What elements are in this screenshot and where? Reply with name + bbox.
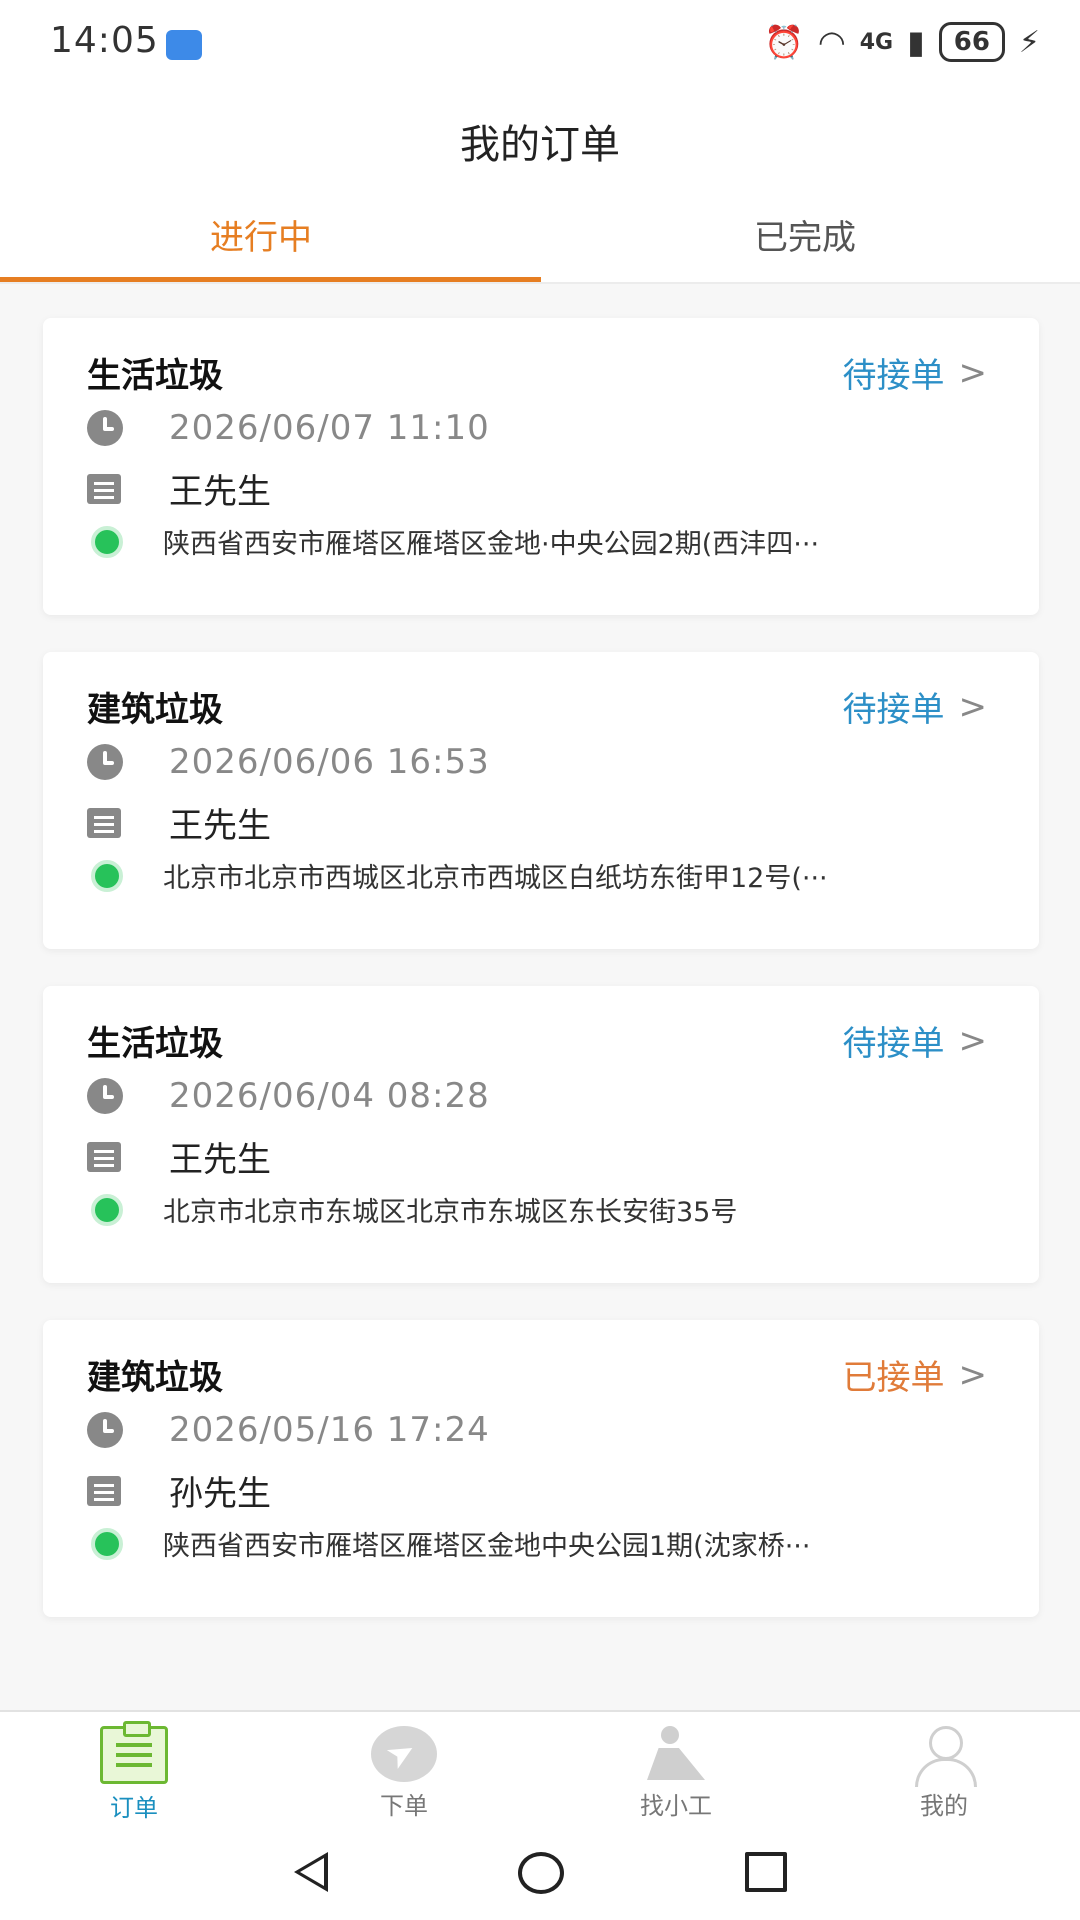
order-address-row: 北京市北京市东城区北京市东城区东长安街35号 <box>87 1190 737 1229</box>
order-status[interactable]: 待接单 > <box>843 1016 988 1065</box>
profile-icon <box>911 1726 977 1787</box>
network-type: 4G <box>859 29 894 55</box>
status-label: 待接单 <box>842 1024 945 1064</box>
order-address-row: 北京市北京市西城区北京市西城区白纸坊东街甲12号(··· <box>87 856 828 895</box>
chevron-right-icon: > <box>958 1354 988 1395</box>
order-address-row: 陕西省西安市雁塔区雁塔区金地·中央公园2期(西沣四··· <box>87 522 819 561</box>
signal-icon: ▮ <box>907 23 925 61</box>
order-status[interactable]: 待接单 > <box>843 682 988 731</box>
location-dot-icon <box>91 1527 123 1560</box>
clock-icon <box>87 744 123 780</box>
back-icon[interactable] <box>294 1852 328 1892</box>
worker-icon <box>643 1726 709 1782</box>
clock-icon <box>87 1078 123 1114</box>
document-icon <box>87 1475 121 1506</box>
order-address: 陕西省西安市雁塔区雁塔区金地·中央公园2期(西沣四··· <box>163 529 820 560</box>
status-label: 待接单 <box>842 690 945 730</box>
customer-name: 王先生 <box>169 1140 271 1180</box>
order-address: 北京市北京市西城区北京市西城区白纸坊东街甲12号(··· <box>163 863 828 894</box>
nav-label: 订单 <box>110 1794 158 1822</box>
nav-label: 我的 <box>920 1792 968 1820</box>
order-address: 北京市北京市东城区北京市东城区东长安街35号 <box>163 1197 738 1228</box>
nav-profile[interactable]: 我的 <box>874 1726 1014 1821</box>
order-category: 生活垃圾 <box>87 1024 223 1064</box>
order-status[interactable]: 已接单 > <box>843 1350 988 1399</box>
status-bar: 14:05 ⏰ ◠ 4G ▮ 66 ⚡ <box>0 0 1080 92</box>
order-name-row: 王先生 <box>87 798 271 847</box>
location-dot-icon <box>91 859 123 892</box>
orders-icon <box>100 1721 168 1784</box>
order-name-row: 王先生 <box>87 464 271 513</box>
nav-label: 找小工 <box>640 1792 712 1820</box>
nav-find-worker[interactable]: 找小工 <box>606 1726 746 1821</box>
clock-icon <box>87 410 123 446</box>
charging-icon: ⚡ <box>1018 24 1040 60</box>
status-icons: ⏰ ◠ 4G ▮ 66 ⚡ <box>764 22 1040 62</box>
chevron-right-icon: > <box>958 1020 988 1061</box>
bottom-nav: 订单 下单 找小工 我的 <box>0 1710 1080 1832</box>
nav-orders[interactable]: 订单 <box>64 1721 204 1823</box>
nav-label: 下单 <box>380 1792 428 1820</box>
order-time: 2026/06/06 16:53 <box>169 742 490 782</box>
order-card[interactable]: 建筑垃圾 已接单 > 2026/05/16 17:24 孙先生 陕西省西安市雁塔… <box>43 1320 1039 1617</box>
order-time-row: 2026/06/06 16:53 <box>87 742 490 782</box>
location-dot-icon <box>91 525 123 558</box>
order-time: 2026/06/07 11:10 <box>169 408 490 448</box>
order-time: 2026/06/04 08:28 <box>169 1076 490 1116</box>
order-category: 建筑垃圾 <box>87 1358 223 1398</box>
document-icon <box>87 807 121 838</box>
order-card[interactable]: 生活垃圾 待接单 > 2026/06/04 08:28 王先生 北京市北京市东城… <box>43 986 1039 1283</box>
order-time-row: 2026/06/07 11:10 <box>87 408 490 448</box>
order-card[interactable]: 生活垃圾 待接单 > 2026/06/07 11:10 王先生 陕西省西安市雁塔… <box>43 318 1039 615</box>
status-time: 14:05 <box>50 20 159 61</box>
usb-icon <box>166 30 202 60</box>
tab-bar: 进行中 已完成 <box>0 192 1080 284</box>
customer-name: 王先生 <box>169 472 271 512</box>
home-icon[interactable] <box>518 1852 564 1894</box>
alarm-icon: ⏰ <box>763 23 804 61</box>
system-nav-bar <box>0 1830 1080 1920</box>
page-title: 我的订单 <box>460 122 620 168</box>
location-dot-icon <box>91 1193 123 1226</box>
chevron-right-icon: > <box>958 352 988 393</box>
order-category: 生活垃圾 <box>87 356 223 396</box>
order-address: 陕西省西安市雁塔区雁塔区金地中央公园1期(沈家桥··· <box>163 1531 811 1562</box>
order-time-row: 2026/06/04 08:28 <box>87 1076 490 1116</box>
document-icon <box>87 1141 121 1172</box>
order-time: 2026/05/16 17:24 <box>169 1410 490 1450</box>
tab-underline <box>0 277 541 282</box>
order-name-row: 王先生 <box>87 1132 271 1181</box>
clock-icon <box>87 1412 123 1448</box>
header: 我的订单 <box>0 92 1080 192</box>
order-category: 建筑垃圾 <box>87 690 223 730</box>
status-label: 待接单 <box>842 356 945 396</box>
customer-name: 孙先生 <box>169 1474 271 1514</box>
nav-place-order[interactable]: 下单 <box>334 1726 474 1821</box>
order-name-row: 孙先生 <box>87 1466 271 1515</box>
recents-icon[interactable] <box>745 1852 787 1892</box>
customer-name: 王先生 <box>169 806 271 846</box>
wifi-icon: ◠ <box>817 23 846 61</box>
tab-completed[interactable]: 已完成 <box>754 210 856 259</box>
order-address-row: 陕西省西安市雁塔区雁塔区金地中央公园1期(沈家桥··· <box>87 1524 810 1563</box>
battery-icon: 66 <box>938 22 1005 62</box>
order-list: 生活垃圾 待接单 > 2026/06/07 11:10 王先生 陕西省西安市雁塔… <box>43 318 1039 1654</box>
order-time-row: 2026/05/16 17:24 <box>87 1410 490 1450</box>
send-icon <box>371 1726 437 1782</box>
order-card[interactable]: 建筑垃圾 待接单 > 2026/06/06 16:53 王先生 北京市北京市西城… <box>43 652 1039 949</box>
chevron-right-icon: > <box>958 686 988 727</box>
order-status[interactable]: 待接单 > <box>843 348 988 397</box>
tab-in-progress[interactable]: 进行中 <box>210 210 312 259</box>
document-icon <box>87 473 121 504</box>
status-label: 已接单 <box>842 1358 945 1398</box>
